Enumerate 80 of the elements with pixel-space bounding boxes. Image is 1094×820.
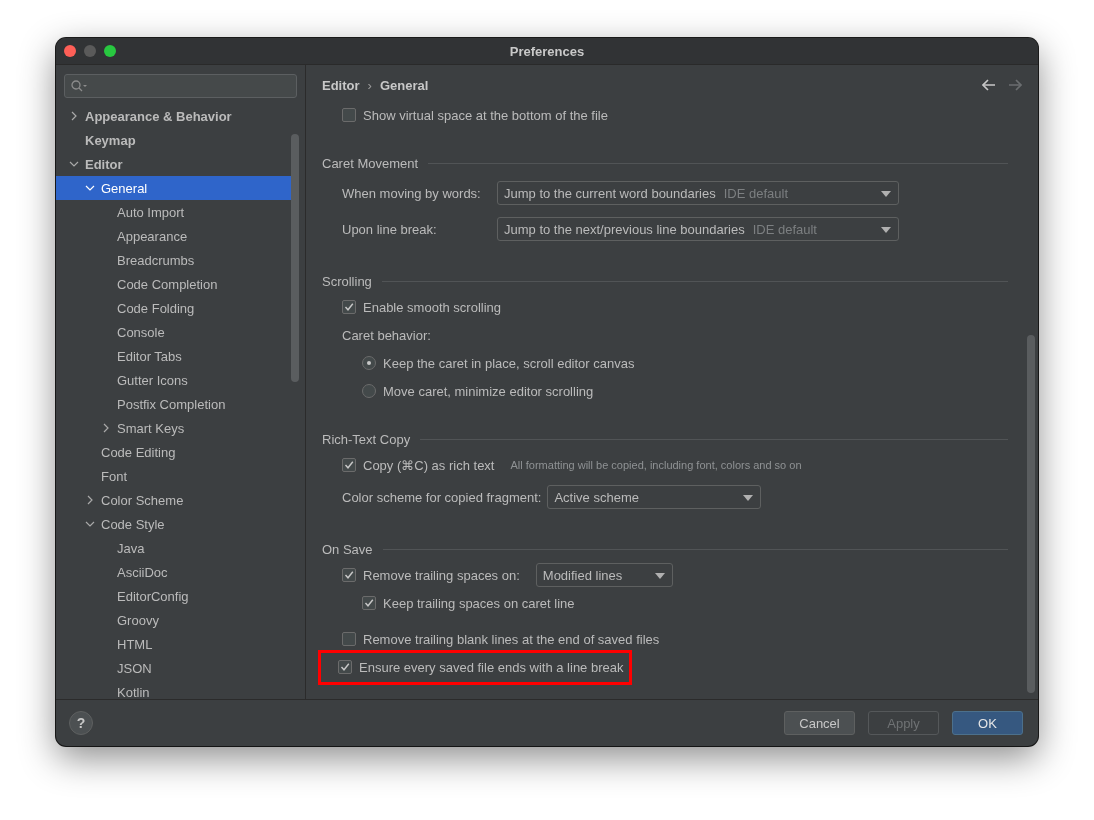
scrollbar-thumb[interactable] xyxy=(1027,335,1035,693)
back-arrow-icon[interactable] xyxy=(982,79,996,91)
tree-item[interactable]: Java xyxy=(56,536,305,560)
tree-item[interactable]: Font xyxy=(56,464,305,488)
tree-item[interactable]: Editor xyxy=(56,152,305,176)
dropdown[interactable]: Active scheme xyxy=(547,485,762,509)
scrollbar-thumb[interactable] xyxy=(291,134,299,382)
tree-item[interactable]: Code Folding xyxy=(56,296,305,320)
zoom-icon[interactable] xyxy=(104,45,116,57)
tree-item[interactable]: Breadcrumbs xyxy=(56,248,305,272)
tree-item[interactable]: Smart Keys xyxy=(56,416,305,440)
window-title: Preferences xyxy=(509,43,585,59)
breadcrumb-item: General xyxy=(379,77,429,93)
chevron-right-icon[interactable] xyxy=(101,423,111,433)
checkbox[interactable] xyxy=(342,300,356,314)
option-label[interactable]: Keep the caret in place, scroll editor canvas xyxy=(383,355,635,371)
field-label: Color scheme for copied fragment: xyxy=(342,489,542,505)
option-label[interactable]: Remove trailing blank lines at the end of saved files xyxy=(363,631,660,647)
tree-item[interactable]: Gutter Icons xyxy=(56,368,305,392)
field-label: Upon line break: xyxy=(342,221,438,237)
option-label[interactable]: Ensure every saved file ends with a line break xyxy=(359,659,624,675)
chevron-down-icon[interactable] xyxy=(85,519,95,529)
caret-icon xyxy=(654,573,665,579)
dropdown[interactable]: Jump to the current word boundaries IDE default xyxy=(497,181,899,205)
chevron-right-icon[interactable] xyxy=(85,495,95,505)
checkbox[interactable] xyxy=(342,108,356,122)
field-label: When moving by words: xyxy=(342,185,482,201)
field-label: Caret behavior: xyxy=(342,327,431,343)
tree-item[interactable]: Code Style xyxy=(56,512,305,536)
option-label[interactable]: Copy (⌘C) as rich text xyxy=(363,457,495,473)
chevron-right-icon[interactable] xyxy=(69,111,79,121)
tree-item[interactable]: Kotlin xyxy=(56,680,305,699)
section-heading: On Save xyxy=(322,541,373,557)
tree-item[interactable]: AsciiDoc xyxy=(56,560,305,584)
tree-item[interactable]: Appearance & Behavior xyxy=(56,104,305,128)
tree-item[interactable]: Keymap xyxy=(56,128,305,152)
tree-item[interactable]: EditorConfig xyxy=(56,584,305,608)
dropdown[interactable]: Jump to the next/previous line boundaries IDE default xyxy=(497,217,899,241)
tree-item[interactable]: Code Completion xyxy=(56,272,305,296)
tree-item[interactable]: Postfix Completion xyxy=(56,392,305,416)
option-label[interactable]: Keep trailing spaces on caret line xyxy=(383,595,575,611)
section-heading: Caret Movement xyxy=(322,155,419,171)
tree-item[interactable]: Appearance xyxy=(56,224,305,248)
chevron-down-icon[interactable] xyxy=(69,159,79,169)
help-button[interactable]: ? xyxy=(69,711,93,735)
caret-icon xyxy=(743,495,754,501)
section-heading: Rich-Text Copy xyxy=(322,431,411,447)
caret-icon xyxy=(881,227,891,233)
tree-item[interactable]: Editor Tabs xyxy=(56,344,305,368)
breadcrumb-item: Editor xyxy=(322,77,360,93)
chevron-down-icon[interactable] xyxy=(85,183,95,193)
caret-icon xyxy=(881,191,891,197)
tree-item[interactable]: JSON xyxy=(56,656,305,680)
option-label[interactable]: Enable smooth scrolling xyxy=(363,299,502,315)
checkbox[interactable] xyxy=(338,660,352,674)
search-field[interactable] xyxy=(64,74,297,98)
tree-item[interactable]: Groovy xyxy=(56,608,305,632)
hint-text: All formatting will be copied, including font, colors and so on xyxy=(510,459,802,471)
option-label[interactable]: Show virtual space at the bottom of the file xyxy=(363,107,608,123)
dialog-button[interactable]: OK xyxy=(952,711,1023,735)
checkbox[interactable] xyxy=(342,632,356,646)
section-heading: Scrolling xyxy=(322,273,372,289)
tree-item[interactable]: HTML xyxy=(56,632,305,656)
breadcrumb-separator: › xyxy=(367,77,372,93)
option-label[interactable]: Move caret, minimize editor scrolling xyxy=(383,383,594,399)
dropdown[interactable]: Modified lines xyxy=(535,563,673,587)
radio-button[interactable] xyxy=(362,356,376,370)
checkbox[interactable] xyxy=(342,568,356,582)
close-icon[interactable] xyxy=(64,45,76,57)
tree-item[interactable]: Color Scheme xyxy=(56,488,305,512)
search-icon xyxy=(71,80,87,92)
option-label[interactable]: Remove trailing spaces on: xyxy=(363,567,520,583)
tree-item[interactable]: General xyxy=(56,176,291,200)
tree-item[interactable]: Auto Import xyxy=(56,200,305,224)
radio-button[interactable] xyxy=(362,384,376,398)
dialog-button[interactable]: Cancel xyxy=(784,711,855,735)
tree-item[interactable]: Console xyxy=(56,320,305,344)
checkbox[interactable] xyxy=(342,458,356,472)
checkbox[interactable] xyxy=(362,596,376,610)
tree-item[interactable]: Code Editing xyxy=(56,440,305,464)
